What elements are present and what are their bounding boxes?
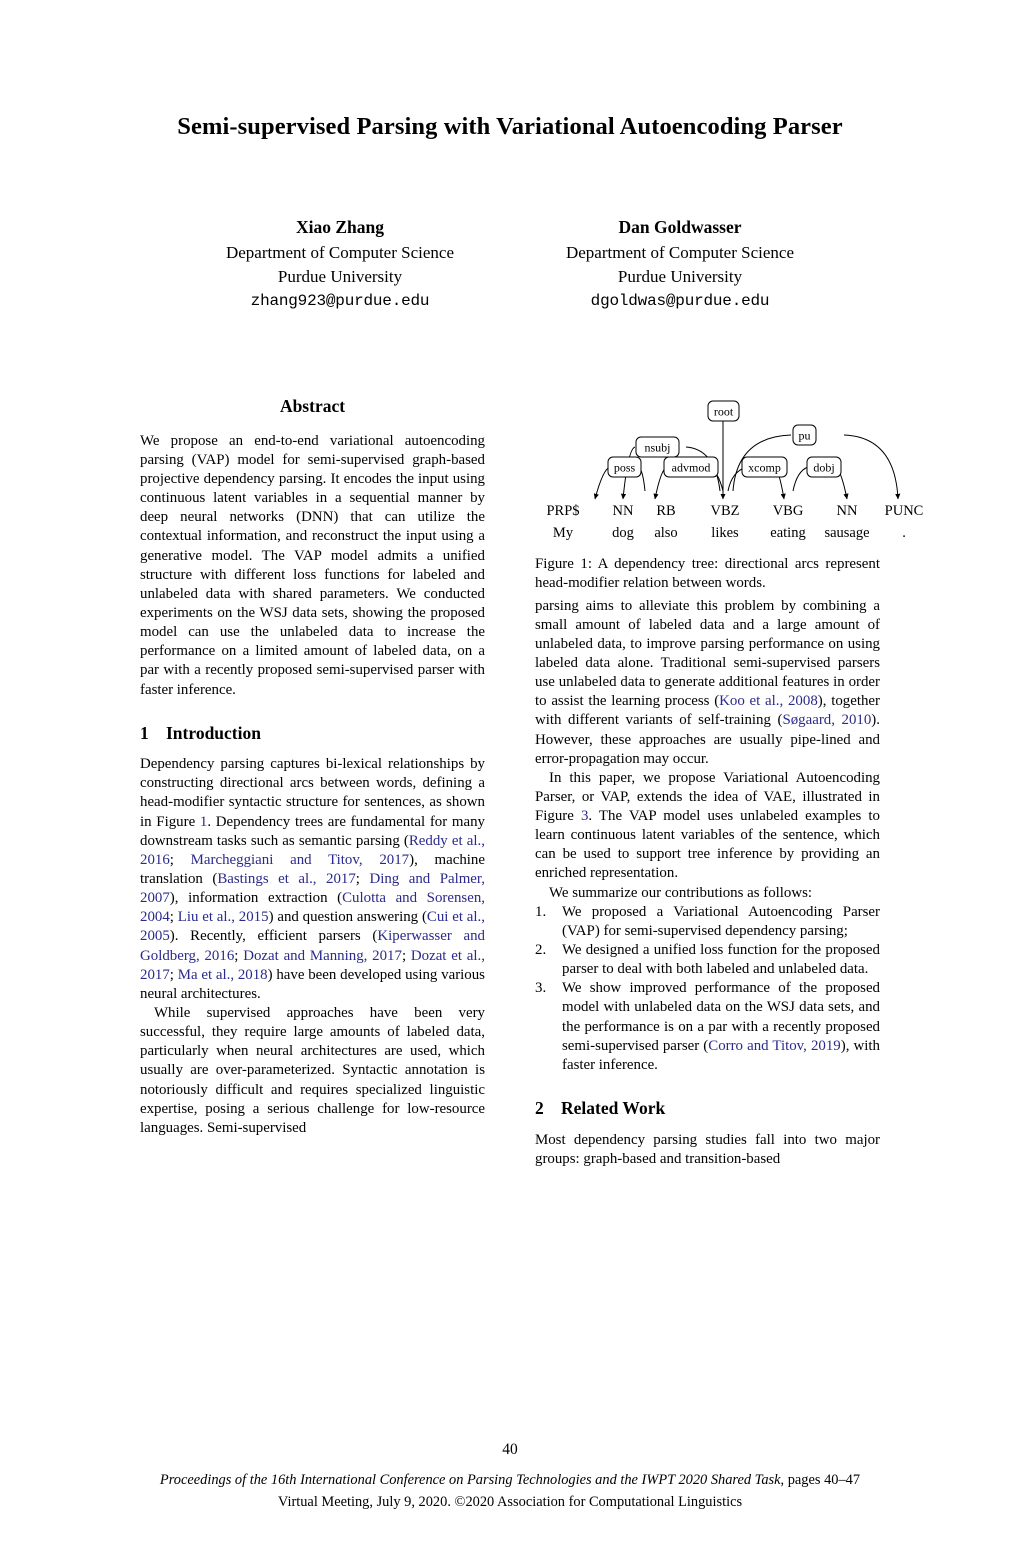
citation-liu[interactable]: Liu et al., 2015 [178,909,269,925]
svg-text:root: root [714,405,734,419]
intro-paragraph-4: In this paper, we propose Variational Au… [535,769,880,884]
pos-tag: PUNC [885,503,924,519]
svg-text:dobj: dobj [813,461,834,475]
arc-labels: root pu nsubj poss advmod xcomp dobj [607,400,842,478]
svg-text:pu: pu [799,429,811,443]
pos-tag: NN [837,503,858,519]
author-email[interactable]: dgoldwas@purdue.edu [510,290,850,313]
arc-label-pu: pu [792,424,817,446]
word: sausage [824,525,869,541]
word-row: My dog also likes eating sausage . [553,525,906,541]
author-block-2: Dan Goldwasser Department of Computer Sc… [510,215,850,313]
intro-text-f: ). Recently, efficient parsers ( [169,928,378,945]
cite-separator: ; [169,851,191,868]
footer-line-1: Proceedings of the 16th International Co… [0,1470,1020,1492]
arc-pu [843,434,901,500]
arc-label-root: root [707,400,740,422]
author-department: Department of Computer Science [565,242,794,262]
section-number: 1 [140,722,149,743]
citation-koo[interactable]: Koo et al., 2008 [719,693,818,709]
arc-label-xcomp: xcomp [741,456,788,478]
svg-text:advmod: advmod [672,461,711,475]
cite-separator: ; [169,909,178,926]
author-name: Xiao Zhang [295,217,384,238]
page-title: Semi-supervised Parsing with Variational… [177,113,843,140]
citation-ma[interactable]: Ma et al., 2018 [178,967,268,983]
arc-label-advmod: advmod [663,456,719,478]
left-column: Abstract We propose an end-to-end variat… [140,395,485,1138]
section-heading-introduction: 1 Introduction [140,722,485,744]
intro-paragraph-2: While supervised approaches have been ve… [140,1005,485,1136]
word: eating [770,525,805,541]
pos-tag: RB [656,503,675,519]
pos-tag: PRP$ [546,503,579,519]
footer-line-2: Virtual Meeting, July 9, 2020. ©2020 Ass… [277,1493,743,1510]
section-number: 2 [535,1098,544,1119]
section-title: Related Work [561,1098,666,1119]
pos-tag-row: PRP$ NN RB VBZ VBG NN PUNC [546,503,923,519]
pos-tag: VBZ [711,503,740,519]
author-block-1: Xiao Zhang Department of Computer Scienc… [170,215,510,313]
footer-block: Proceedings of the 16th International Co… [0,1470,1020,1513]
pos-tag: VBG [773,503,804,519]
author-university: Purdue University [617,267,743,287]
author-email[interactable]: zhang923@purdue.edu [170,290,510,313]
citation-marcheggiani[interactable]: Marcheggiani and Titov, 2017 [191,852,409,868]
list-item: We designed a unified loss function for … [535,941,880,978]
author-list: Xiao Zhang Department of Computer Scienc… [140,215,880,313]
body-columns: Abstract We propose an end-to-end variat… [140,395,923,1169]
proceedings-pages: , pages 40–47 [780,1472,861,1488]
svg-text:poss: poss [614,461,636,475]
author-university: Purdue University [277,267,403,287]
related-work-paragraph-1: Most dependency parsing studies fall int… [535,1131,880,1167]
figure-1: root pu nsubj poss advmod xcomp dobj PRP… [535,395,925,545]
svg-text:xcomp: xcomp [748,461,781,475]
cite-separator: ; [355,871,370,888]
intro-text-d: ), information extraction ( [169,890,343,907]
cite-separator: ; [234,947,244,964]
intro-paragraph-1: Dependency parsing captures bi-lexical r… [140,755,485,1004]
contributions-lead: We summarize our contributions as follow… [549,884,813,901]
figure-caption-label: Figure 1: [535,556,592,573]
arc-label-poss: poss [607,456,642,478]
arc-label-nsubj: nsubj [635,436,680,458]
author-name: Dan Goldwasser [618,217,742,238]
section-heading-related-work: 2 Related Work [535,1097,880,1119]
contributions-list: We proposed a Variational Autoencoding P… [535,903,880,1075]
list-item: We proposed a Variational Autoencoding P… [535,903,880,939]
citation-corro[interactable]: Corro and Titov, 2019 [708,1038,840,1054]
section-title: Introduction [166,722,261,743]
citation-sogaard[interactable]: Søgaard, 2010 [782,712,871,728]
author-department: Department of Computer Science [225,242,454,262]
word: My [553,525,574,541]
svg-text:nsubj: nsubj [644,441,670,455]
right-column: root pu nsubj poss advmod xcomp dobj PRP… [535,395,923,1169]
word: . [902,525,906,541]
abstract-heading: Abstract [279,396,346,417]
citation-dozat-manning[interactable]: Dozat and Manning, 2017 [243,948,402,964]
proceedings-title: Proceedings of the 16th International Co… [159,1472,781,1488]
word: dog [612,525,634,541]
word: likes [711,525,739,541]
cite-separator: ; [401,947,411,964]
arc-tail-dobj [792,466,809,492]
cite-separator: ; [169,966,178,983]
figure-1-caption: Figure 1: A dependency tree: directional… [535,555,880,593]
citation-bastings[interactable]: Bastings et al., 2017 [217,871,355,887]
word: also [654,525,677,541]
intro-paragraph-3: parsing aims to alleviate this problem b… [535,597,880,769]
arc-label-dobj: dobj [806,456,842,478]
abstract-text: We propose an end-to-end variational aut… [140,432,485,698]
page-number: 40 [502,1441,518,1458]
pos-tag: NN [613,503,634,519]
list-item: We show improved performance of the prop… [535,979,880,1075]
paper-page: Semi-supervised Parsing with Variational… [0,112,1020,1554]
dependency-tree-svg: root pu nsubj poss advmod xcomp dobj PRP… [546,400,923,541]
intro-text-e: ) and question answering ( [268,909,427,926]
